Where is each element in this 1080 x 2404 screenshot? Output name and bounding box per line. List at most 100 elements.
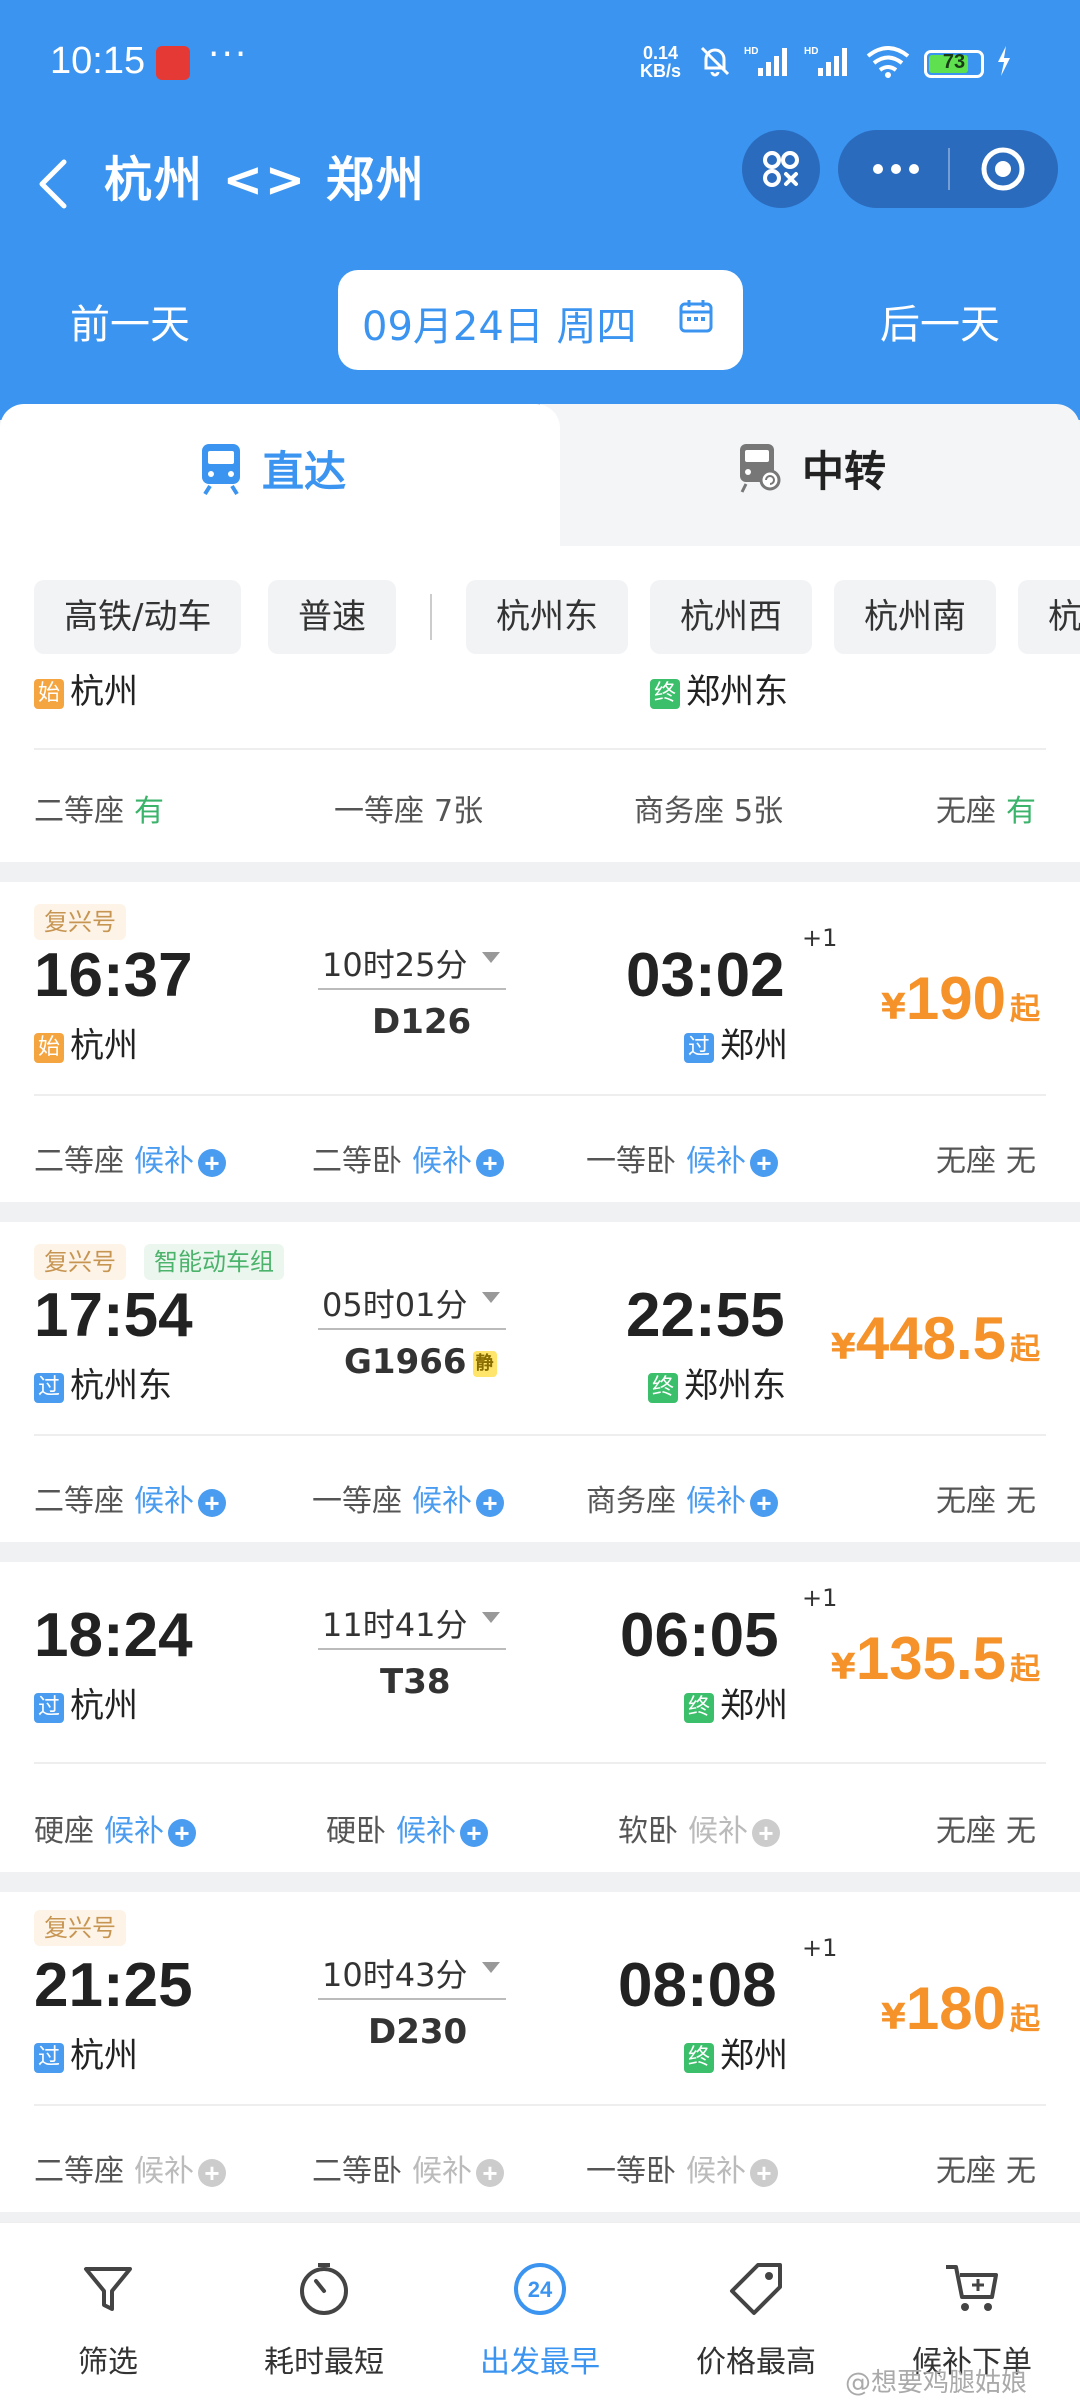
tag-fuxing: 复兴号 (34, 1244, 126, 1280)
price-value: 448.5 (855, 1305, 1006, 1372)
seat-status: 无 (1006, 2154, 1036, 2189)
duration[interactable]: 10时43分 (322, 1950, 467, 1996)
transfer-train-icon (740, 444, 781, 493)
waitlist-label: 候补 (412, 2154, 472, 2189)
tab-transfer[interactable]: 中转 (540, 404, 1080, 546)
duration-line (318, 1998, 506, 2000)
seat-name: 二等卧 (312, 1144, 402, 1179)
chip-hangzhou-more[interactable]: 杭 (1018, 580, 1080, 654)
seat-name: 软卧 (618, 1814, 678, 1849)
train-card-partial[interactable]: 始杭州 终郑州东 二等座有 一等座 7张 商务座 5张 无座有 (0, 672, 1080, 862)
add-waitlist-icon[interactable]: + (460, 1818, 488, 1847)
nav-highest-price[interactable]: 价格最高 (648, 2223, 864, 2404)
signal-2-icon: HD (804, 46, 847, 76)
add-waitlist-icon[interactable]: + (750, 1148, 778, 1177)
train-number: D126 (372, 1002, 472, 1042)
seat-status: 有 (1006, 794, 1036, 829)
date-picker-button[interactable]: 09月24日 周四 (338, 270, 743, 370)
arrival-time: 22:55 (626, 1281, 785, 1350)
next-day-marker: +1 (802, 1584, 838, 1612)
next-day-button[interactable]: 后一天 (880, 292, 1000, 350)
tab-direct[interactable]: 直达 (0, 404, 560, 546)
prev-day-button[interactable]: 前一天 (70, 292, 190, 350)
train-card[interactable]: 复兴号 21:25 10时43分 D230 08:08 +1 过杭州 终郑州 ¥… (0, 1892, 1080, 2212)
nav-shortest-duration-label: 耗时最短 (264, 2345, 384, 2380)
selected-date: 09月24日 周四 (362, 304, 637, 350)
train-list: 始杭州 终郑州东 二等座有 一等座 7张 商务座 5张 无座有 复兴号 16:37 … (0, 672, 1080, 2222)
price-value: 180 (905, 1975, 1006, 2042)
add-waitlist-icon[interactable]: + (476, 1148, 504, 1177)
add-waitlist-icon[interactable]: + (198, 1488, 226, 1517)
duration[interactable]: 11时41分 (322, 1600, 467, 1646)
close-miniapp-icon[interactable] (978, 144, 1028, 194)
add-waitlist-icon[interactable]: + (198, 1148, 226, 1177)
seat-class[interactable]: 硬座 候补 + (34, 1806, 196, 1850)
battery-icon: 73 (924, 50, 984, 78)
train-number: D230 (368, 2012, 468, 2052)
filter-icon (84, 2267, 132, 2311)
expand-stops-icon[interactable] (482, 952, 500, 963)
nav-filter[interactable]: 筛选 (0, 2223, 216, 2404)
add-waitlist-icon[interactable]: + (476, 1488, 504, 1517)
seat-class: 一等座 7张 (334, 786, 483, 830)
departure-station: 过杭州 (34, 2028, 138, 2077)
train-number: G1966 静 (344, 1342, 497, 1382)
add-waitlist-disabled-icon: + (198, 2158, 226, 2187)
chip-hangzhou-south[interactable]: 杭州南 (834, 580, 996, 654)
nav-earliest-departure[interactable]: 24 出发最早 (432, 2223, 648, 2404)
add-waitlist-icon[interactable]: + (750, 1488, 778, 1517)
back-arrow-icon[interactable] (30, 148, 80, 218)
chip-hangzhou-east[interactable]: 杭州东 (466, 580, 628, 654)
seat-class: 二等座有 (34, 786, 164, 830)
chip-high-speed[interactable]: 高铁/动车 (34, 580, 242, 654)
departure-time: 18:24 (34, 1601, 193, 1670)
seat-class[interactable]: 二等座 候补 + (34, 1476, 226, 1520)
waitlist-label: 候补 (412, 1484, 472, 1519)
seat-class: 无座无 (936, 1136, 1036, 1180)
svg-text:24: 24 (528, 2277, 553, 2302)
duration[interactable]: 10时25分 (322, 940, 467, 986)
waitlist-label: 候补 (686, 1484, 746, 1519)
expand-stops-icon[interactable] (482, 1292, 500, 1303)
seat-class[interactable]: 商务座 候补 + (586, 1476, 778, 1520)
train-card[interactable]: 18:24 11时41分 T38 06:05 +1 过杭州 终郑州 ¥135.5… (0, 1562, 1080, 1872)
start-badge: 始 (34, 1032, 64, 1063)
chip-regular[interactable]: 普速 (268, 580, 396, 654)
nav-highest-price-label: 价格最高 (696, 2345, 816, 2380)
currency-symbol: ¥ (880, 987, 906, 1028)
departure-time: 16:37 (34, 941, 193, 1010)
charging-icon (998, 46, 1010, 76)
seat-class: 无座无 (936, 1476, 1036, 1520)
nav-shortest-duration[interactable]: 耗时最短 (216, 2223, 432, 2404)
more-dots-icon[interactable] (866, 150, 926, 188)
end-badge: 终 (650, 678, 680, 709)
chip-hangzhou-west[interactable]: 杭州西 (650, 580, 812, 654)
end-badge: 终 (684, 1692, 714, 1723)
seat-class[interactable]: 二等卧 候补 + (312, 1136, 504, 1180)
waitlist-label: 候补 (134, 2154, 194, 2189)
expand-stops-icon[interactable] (482, 1962, 500, 1973)
end-badge: 终 (648, 1372, 678, 1403)
train-card[interactable]: 复兴号 16:37 10时25分 D126 03:02 +1 始杭州 过郑州 ¥… (0, 882, 1080, 1202)
departure-station: 过杭州 (34, 1678, 138, 1727)
departure-time: 17:54 (34, 1281, 193, 1350)
seat-class[interactable]: 一等座 候补 + (312, 1476, 504, 1520)
add-waitlist-icon[interactable]: + (168, 1818, 196, 1847)
train-card[interactable]: 复兴号 智能动车组 17:54 05时01分 G1966 静 22:55 过杭州东… (0, 1222, 1080, 1542)
seat-class[interactable]: 二等座 候补 + (34, 1136, 226, 1180)
waitlist-label: 候补 (396, 1814, 456, 1849)
seat-class: 商务座 5张 (634, 786, 783, 830)
duration[interactable]: 05时01分 (322, 1280, 467, 1326)
seat-name: 一等座 (334, 794, 424, 829)
scan-button[interactable] (742, 130, 820, 208)
expand-stops-icon[interactable] (482, 1612, 500, 1623)
seat-name: 二等座 (34, 1484, 124, 1519)
waitlist-label: 候补 (686, 2154, 746, 2189)
arrival-station: 终郑州 (684, 1678, 788, 1727)
seat-class[interactable]: 硬卧 候补 + (326, 1806, 488, 1850)
seat-class[interactable]: 一等卧 候补 + (586, 1136, 778, 1180)
price-suffix: 起 (1010, 2002, 1040, 2037)
tag-fuxing: 复兴号 (34, 904, 126, 940)
svg-text:HD: HD (744, 46, 758, 57)
arrival-station: 终郑州东 (650, 672, 788, 713)
